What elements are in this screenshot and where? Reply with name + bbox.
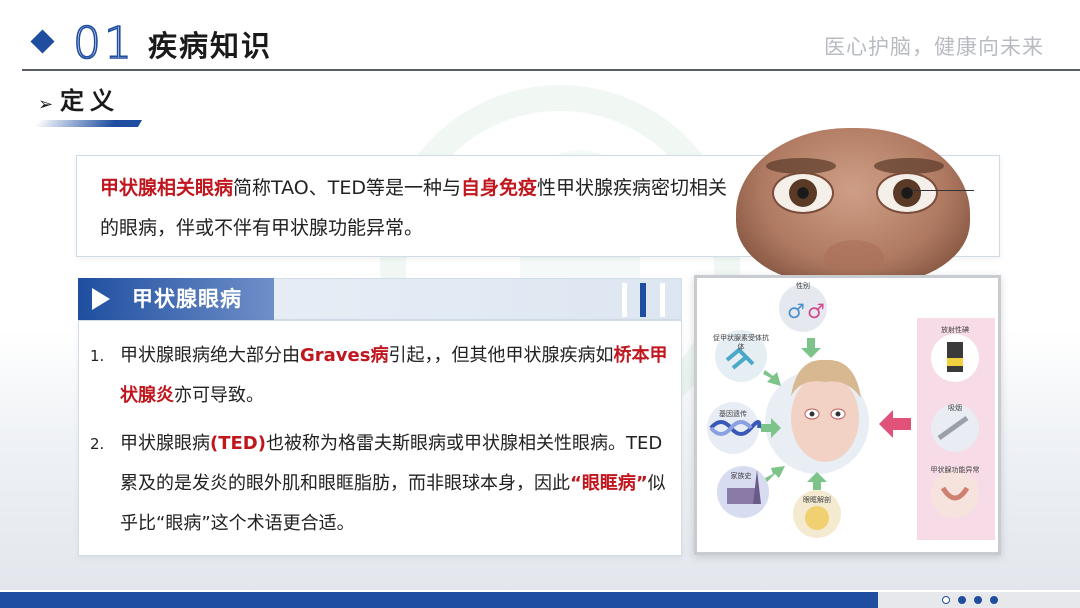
arrow-antibody: [763, 370, 781, 386]
face-right-pupil: [835, 411, 841, 417]
list-text: 甲状腺眼病绝大部分由Graves病引起，，但其他甲状腺疾病如桥本甲状腺炎亦可导致…: [120, 336, 680, 416]
left-iris: [789, 179, 817, 207]
radiation-label: [947, 358, 963, 366]
text-run: 引起，，但其他甲状腺疾病如: [388, 345, 614, 366]
right-iris: [893, 179, 921, 207]
face-left-pupil: [809, 411, 815, 417]
highlight-orbitopathy: “眼眶病”: [570, 473, 648, 494]
bulging-eyes-photo: [736, 128, 970, 284]
card-title: 甲状腺眼病: [132, 287, 242, 311]
label-gender: 性别: [796, 282, 810, 290]
text-run: 甲状腺眼病: [120, 433, 210, 454]
section-number: 01: [72, 17, 135, 70]
page-dot-2: [958, 596, 966, 604]
subheading-title: 定义: [60, 87, 120, 115]
orbit-shape: [805, 506, 829, 530]
page-dot-3: [974, 596, 982, 604]
pointer-line: [912, 190, 974, 191]
thyroid-circle: [931, 470, 979, 518]
label-thyroid: 甲状腺功能异常: [930, 466, 980, 474]
arrow-orbit: [807, 472, 827, 490]
slogan: 医心护脑，健康向未来: [824, 35, 1044, 59]
list-number: 1.: [90, 347, 105, 365]
arrow-icon: ➢: [38, 94, 54, 115]
section-title: 疾病知识: [148, 29, 273, 63]
label-antibody: 促甲状腺素受体抗体: [713, 334, 769, 351]
nose: [824, 240, 884, 276]
left-eye: [772, 172, 834, 214]
page-dot-1: [942, 596, 950, 604]
decor-bar-3: [660, 283, 665, 317]
page-dot-4: [990, 596, 998, 604]
label-genetic: 基因遗传: [719, 410, 747, 418]
label-smoking: 吸烟: [948, 404, 962, 412]
label-radiation: 放射性碘: [941, 326, 969, 334]
face-illustration: [791, 374, 859, 462]
footer-bar: [0, 592, 878, 608]
highlight-graves: Graves病: [300, 345, 389, 366]
definition-part1: 简称TAO、TED等是一种与: [233, 177, 462, 199]
definition-text: 甲状腺相关眼病简称TAO、TED等是一种与自身免疫性甲状腺疾病密切相关的眼病，伴…: [100, 168, 730, 248]
text-run: 亦可导致。: [174, 385, 264, 406]
subheading-underline: [33, 120, 143, 127]
label-orbit: 眼眶解剖: [803, 496, 831, 504]
male-symbol-left: ♂: [787, 299, 805, 323]
list-number: 2.: [90, 435, 105, 453]
text-run: 甲状腺眼病绝大部分由: [120, 345, 300, 366]
diamond-icon: [30, 29, 55, 54]
female-symbol: ♂: [807, 299, 825, 323]
decor-bar-1: [622, 283, 627, 317]
header-divider: [22, 69, 1080, 71]
risk-factor-diagram: ♂ ♂ 性别 促甲状腺素受体抗体 基因遗传 家族史 眼眶解剖 放射性碘 吸烟 甲…: [694, 275, 1001, 555]
highlight-ted: (TED): [210, 433, 266, 454]
slide-header: 01 疾病知识 医心护脑，健康向未来: [0, 0, 1080, 71]
definition-term: 甲状腺相关眼病: [100, 177, 234, 199]
definition-term2: 自身免疫: [461, 177, 538, 199]
play-arrow-icon: [92, 288, 110, 310]
radiation-bottle: [947, 342, 963, 372]
arrow-down: [801, 338, 821, 358]
label-family: 家族史: [730, 472, 752, 480]
decor-bar-2: [640, 283, 646, 317]
arrow-environment: [879, 410, 911, 438]
list-text: 甲状腺眼病(TED)也被称为格雷夫斯眼病或甲状腺相关性眼病。TED累及的是发炎的…: [120, 424, 680, 544]
right-eye: [876, 172, 938, 214]
